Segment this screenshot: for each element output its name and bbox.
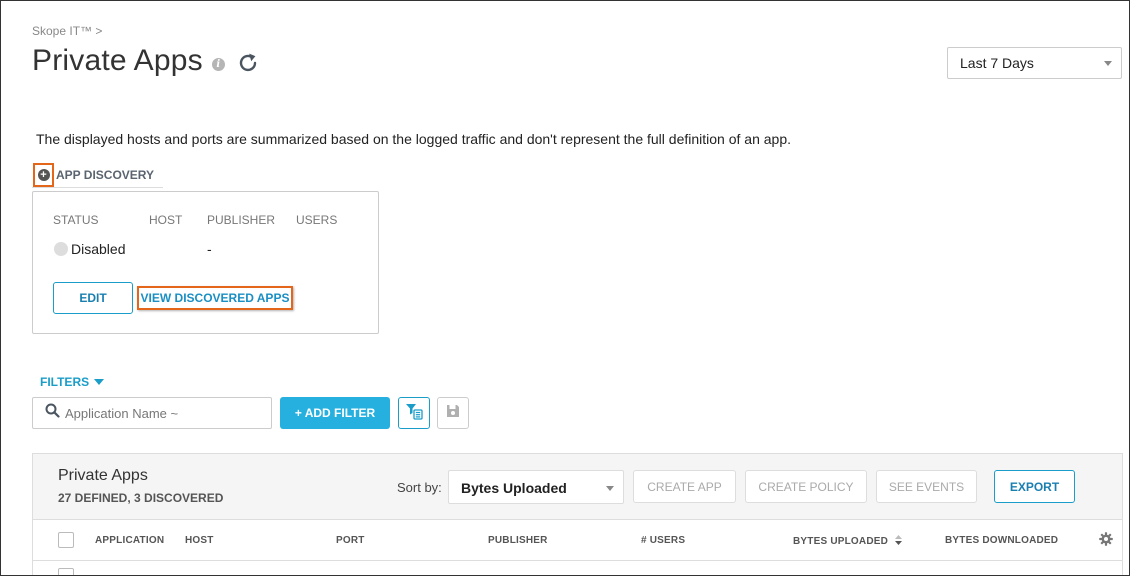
- select-all-checkbox[interactable]: [58, 532, 74, 548]
- export-button[interactable]: EXPORT: [994, 470, 1075, 503]
- date-range-select[interactable]: Last 7 Days: [947, 47, 1122, 79]
- sort-label: Sort by:: [397, 480, 442, 495]
- chevron-down-icon: [606, 486, 614, 491]
- edit-button[interactable]: EDIT: [53, 282, 133, 314]
- status-column-header: STATUS: [53, 213, 99, 227]
- saved-filters-button[interactable]: [398, 397, 430, 429]
- column-bytes-downloaded[interactable]: BYTES DOWNLOADED: [945, 535, 1058, 546]
- page-title: Private Apps: [32, 44, 203, 77]
- row-checkbox[interactable]: [58, 568, 74, 575]
- column-bytes-uploaded: BYTES UPLOADED: [793, 536, 889, 548]
- create-policy-button[interactable]: CREATE POLICY: [745, 470, 867, 503]
- refresh-icon[interactable]: [236, 51, 260, 75]
- gear-icon[interactable]: [1099, 532, 1113, 551]
- column-application[interactable]: APPLICATION: [95, 535, 164, 546]
- app-discovery-label: APP DISCOVERY: [56, 168, 155, 182]
- application-search[interactable]: [32, 397, 272, 429]
- column-host[interactable]: HOST: [185, 535, 214, 546]
- discovery-status: Disabled: [71, 241, 126, 257]
- info-icon[interactable]: i: [211, 57, 225, 71]
- filters-toggle[interactable]: FILTERS: [40, 375, 105, 389]
- table-header-bar: Private Apps 27 DEFINED, 3 DISCOVERED So…: [33, 454, 1122, 520]
- breadcrumb[interactable]: Skope IT™ >: [32, 24, 102, 38]
- column-publisher[interactable]: PUBLISHER: [488, 535, 548, 546]
- users-column-header: USERS: [296, 213, 338, 227]
- host-column-header: HOST: [149, 213, 183, 227]
- caret-down-icon: [94, 379, 105, 385]
- column-port[interactable]: PORT: [336, 535, 365, 546]
- column-users[interactable]: # USERS: [641, 535, 685, 546]
- chevron-down-icon: [1104, 61, 1112, 66]
- create-app-button[interactable]: CREATE APP: [633, 470, 736, 503]
- title-row: Private Apps i: [32, 44, 260, 78]
- column-bytes-uploaded-wrap[interactable]: BYTES UPLOADED: [793, 535, 903, 548]
- view-discovered-apps-link[interactable]: VIEW DISCOVERED APPS: [137, 286, 293, 310]
- table-title: Private Apps: [58, 467, 148, 484]
- add-filter-button[interactable]: + ADD FILTER: [280, 397, 390, 429]
- discovery-publisher: -: [207, 241, 212, 257]
- sort-value: Bytes Uploaded: [461, 480, 567, 496]
- filters-label: FILTERS: [40, 375, 90, 389]
- search-input[interactable]: [65, 405, 255, 421]
- publisher-column-header: PUBLISHER: [207, 213, 276, 227]
- private-apps-table: Private Apps 27 DEFINED, 3 DISCOVERED So…: [32, 453, 1123, 575]
- app-discovery-tab[interactable]: + APP DISCOVERY: [32, 163, 163, 188]
- save-filter-button[interactable]: [437, 397, 469, 429]
- plus-circle-icon: +: [37, 169, 50, 181]
- filter-list-icon: [405, 402, 423, 425]
- expand-toggle[interactable]: +: [33, 163, 54, 187]
- sort-select[interactable]: Bytes Uploaded: [448, 470, 624, 504]
- traffic-notice: The displayed hosts and ports are summar…: [36, 131, 792, 147]
- save-icon: [446, 404, 460, 423]
- status-dot-icon: [54, 242, 68, 256]
- app-discovery-panel: STATUS HOST PUBLISHER USERS Disabled - E…: [32, 191, 379, 334]
- date-range-value: Last 7 Days: [960, 55, 1034, 71]
- sort-desc-icon: [895, 535, 903, 548]
- table-subtitle: 27 DEFINED, 3 DISCOVERED: [58, 491, 224, 505]
- search-icon: [45, 403, 60, 423]
- see-events-button[interactable]: SEE EVENTS: [876, 470, 977, 503]
- app-frame: Skope IT™ > Private Apps i Last 7 Days T…: [0, 0, 1130, 576]
- row-divider: [33, 560, 1122, 561]
